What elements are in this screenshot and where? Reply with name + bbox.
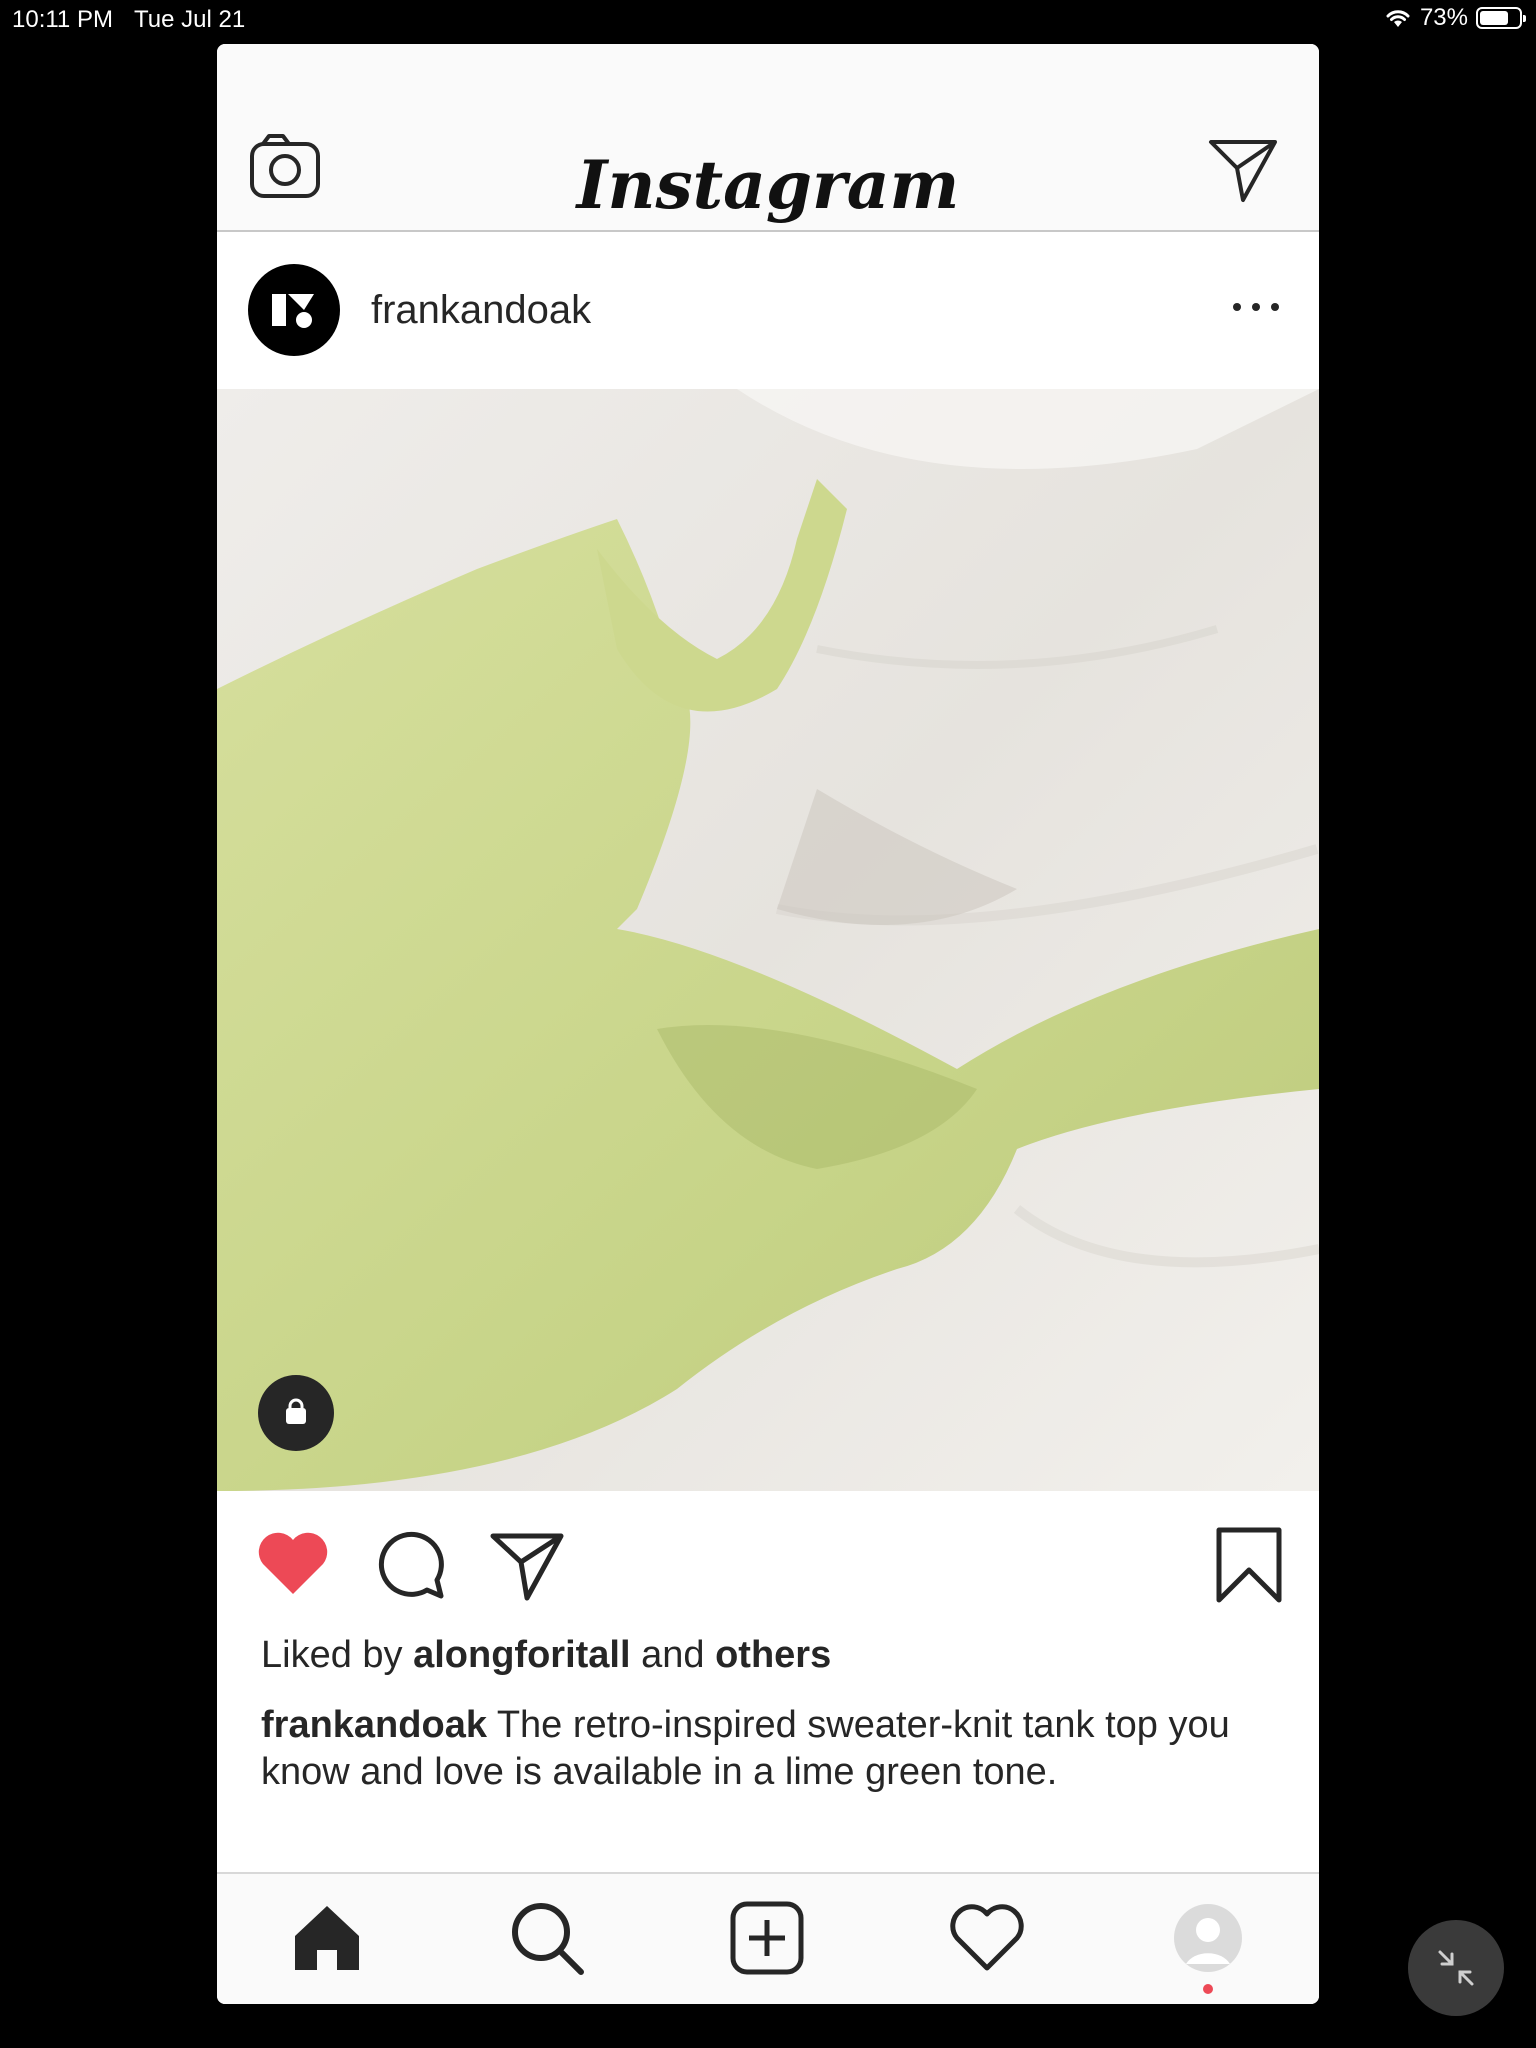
wifi-icon [1386, 10, 1410, 27]
paper-plane-icon[interactable] [1207, 134, 1279, 206]
minimize-button[interactable] [1408, 1920, 1504, 2016]
liked-connector: and [641, 1634, 705, 1676]
battery-level [1480, 11, 1508, 25]
battery-icon [1476, 7, 1526, 29]
more-dot [1233, 303, 1241, 311]
minimize-arrows-icon [1438, 1950, 1474, 1986]
likes-line: Liked by alongforitall and others [261, 1634, 831, 1677]
liked-by-label: Liked by [261, 1634, 403, 1676]
more-horizontal-icon[interactable] [1233, 292, 1279, 322]
activity-heart-icon[interactable] [947, 1898, 1027, 1978]
post-actions [217, 1524, 1319, 1644]
post-username[interactable]: frankandoak [371, 288, 591, 333]
more-dot [1252, 303, 1260, 311]
heart-filled-icon[interactable] [253, 1524, 333, 1604]
tab-bar [217, 1872, 1319, 2004]
sweater-photo [217, 389, 1319, 1491]
status-right: 73% [1384, 4, 1526, 32]
status-bar: 10:11 PM Tue Jul 21 73% [0, 0, 1536, 40]
comment-icon[interactable] [371, 1524, 451, 1604]
battery-percent: 73% [1419, 4, 1468, 31]
caption-username[interactable]: frankandoak [261, 1704, 487, 1746]
bookmark-icon[interactable] [1209, 1524, 1289, 1604]
liked-user-link[interactable]: alongforitall [413, 1634, 630, 1676]
instagram-logo: Instagram [576, 146, 960, 224]
instagram-app: Instagram frankandoak Liked by alongfori… [217, 44, 1319, 2004]
bag-glyph [286, 1398, 306, 1424]
home-icon[interactable] [287, 1898, 367, 1978]
search-icon[interactable] [507, 1898, 587, 1978]
brand-logo-icon [272, 294, 314, 328]
avatar[interactable] [248, 264, 340, 356]
paper-plane-icon[interactable] [487, 1524, 567, 1604]
app-header: Instagram [217, 44, 1319, 232]
post-image[interactable] [217, 389, 1319, 1491]
post-caption: frankandoak The retro-inspired sweater-k… [261, 1702, 1271, 1796]
profile-avatar-icon[interactable] [1168, 1898, 1248, 1978]
add-post-icon[interactable] [727, 1898, 807, 1978]
status-date: Tue Jul 21 [134, 6, 246, 33]
shopping-bag-icon[interactable] [258, 1375, 334, 1451]
liked-others-link[interactable]: others [715, 1634, 831, 1676]
status-time: 10:11 PM [12, 6, 113, 33]
more-dot [1271, 303, 1279, 311]
notification-dot [1203, 1984, 1213, 1994]
